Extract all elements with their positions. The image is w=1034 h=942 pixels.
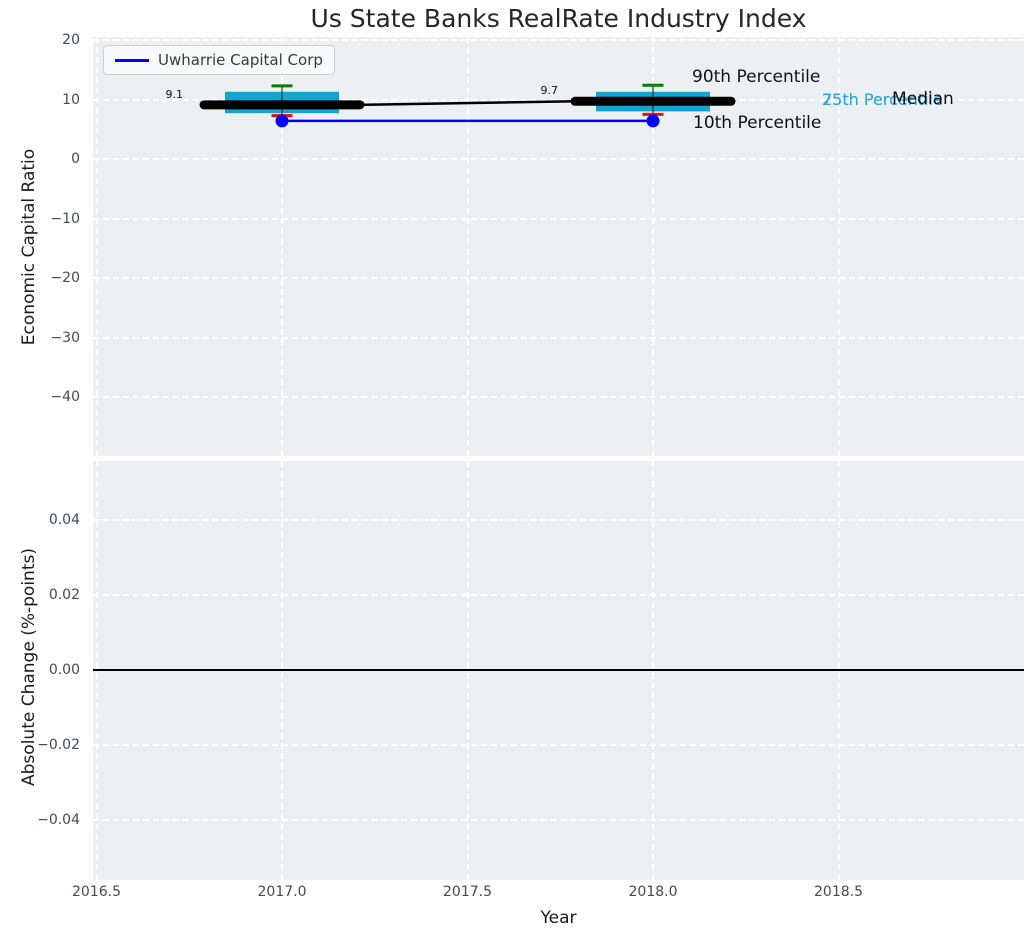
gridline — [93, 819, 1024, 821]
gridline — [93, 519, 1024, 521]
y-tick-label: −40 — [50, 389, 80, 405]
median-annotation: Median — [892, 89, 954, 109]
p10-annotation: 10th Percentile — [693, 113, 822, 133]
y-tick-label: −0.04 — [37, 812, 80, 828]
x-tick-label: 2018.5 — [814, 884, 863, 900]
x-tick-label: 2018.0 — [628, 884, 678, 900]
y-tick-label: −30 — [50, 329, 80, 346]
top-y-axis-label: Economic Capital Ratio — [19, 148, 39, 346]
legend-line-sample — [115, 58, 149, 62]
company-marker-2018 — [646, 114, 660, 128]
median-connector — [357, 100, 578, 107]
legend-label: Uwharrie Capital Corp — [158, 51, 323, 69]
median-value-2017: 9.1 — [165, 88, 184, 101]
median-value-2018: 9.7 — [540, 84, 559, 97]
chart-title: Us State Banks RealRate Industry Index — [310, 4, 807, 33]
legend: Uwharrie Capital Corp — [103, 45, 335, 75]
zero-line — [93, 669, 1024, 671]
x-axis-label: Year — [540, 908, 577, 928]
y-tick-label: −10 — [50, 210, 80, 227]
p90-annotation: 90th Percentile — [692, 67, 821, 87]
y-tick-label: 0 — [71, 151, 80, 167]
bottom-plot-area — [93, 461, 1024, 880]
gridline — [93, 594, 1024, 596]
y-tick-label: 0.04 — [48, 512, 80, 528]
y-tick-label: 0.02 — [48, 587, 80, 603]
top-plot-area: Uwharrie Capital Corp 9.1 9.7 90th Perce… — [93, 37, 1024, 456]
y-tick-label: 0.00 — [48, 662, 80, 678]
x-tick-label: 2017.5 — [443, 884, 492, 900]
y-tick-label: −0.02 — [37, 737, 80, 753]
gridline — [93, 744, 1024, 746]
y-tick-label: −20 — [50, 270, 80, 286]
company-marker-2017 — [275, 114, 289, 128]
x-tick-label: 2016.5 — [72, 884, 121, 900]
x-tick-label: 2017.0 — [257, 884, 307, 900]
y-tick-label: 20 — [62, 32, 80, 48]
figure: Us State Banks RealRate Industry Index E… — [0, 0, 1034, 942]
y-tick-label: 10 — [62, 91, 80, 108]
